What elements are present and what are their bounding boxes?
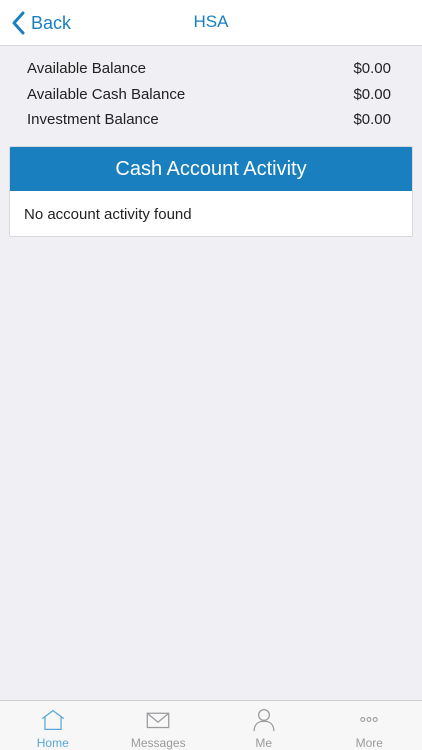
tab-label: More: [355, 736, 383, 750]
tab-bar: Home Messages Me More: [0, 700, 422, 750]
navigation-bar: Back HSA: [0, 0, 422, 46]
cash-activity-card: Cash Account Activity No account activit…: [9, 146, 413, 237]
balance-label: Investment Balance: [27, 111, 159, 129]
balance-label: Available Balance: [27, 60, 146, 78]
balance-row-available-cash: Available Cash Balance $0.00: [27, 82, 391, 108]
person-icon: [253, 709, 275, 732]
balance-row-available: Available Balance $0.00: [27, 56, 391, 82]
tab-home[interactable]: Home: [0, 701, 106, 750]
balance-label: Available Cash Balance: [27, 85, 186, 103]
tab-label: Home: [36, 736, 69, 750]
more-dots-icon: [360, 717, 378, 723]
tab-label: Me: [255, 736, 273, 750]
balance-value: $0.00: [353, 111, 391, 129]
tab-me[interactable]: Me: [211, 701, 317, 750]
activity-header: Cash Account Activity: [10, 147, 412, 191]
page-title: HSA: [193, 12, 229, 31]
balance-value: $0.00: [353, 85, 391, 103]
balance-row-investment: Investment Balance $0.00: [27, 107, 391, 133]
envelope-icon: [146, 712, 170, 729]
tab-messages[interactable]: Messages: [106, 701, 212, 750]
activity-empty-message: No account activity found: [24, 205, 192, 223]
tab-label: Messages: [130, 736, 186, 750]
balance-value: $0.00: [353, 60, 391, 78]
home-icon: [41, 709, 64, 730]
balance-summary: Available Balance $0.00 Available Cash B…: [27, 56, 391, 133]
tab-more[interactable]: More: [317, 701, 422, 750]
